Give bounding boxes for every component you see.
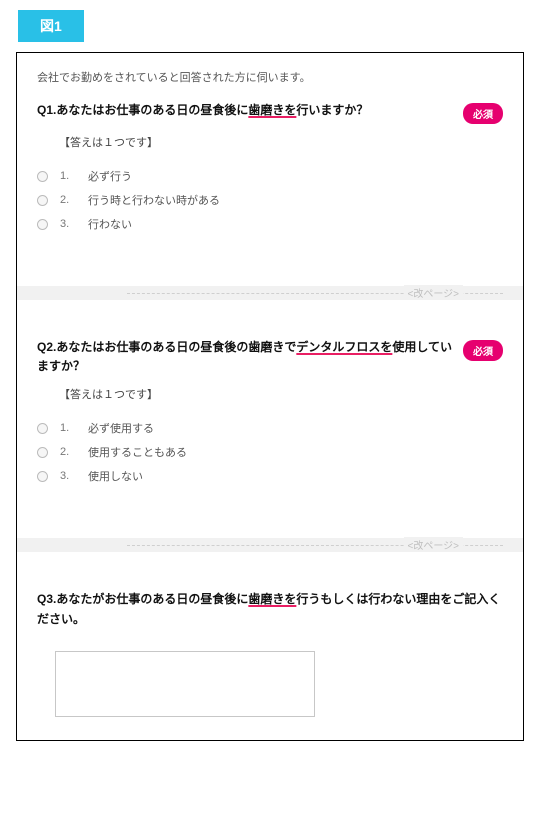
radio-icon (37, 219, 48, 230)
intro-text: 会社でお勤めをされていると回答された方に伺います。 (37, 69, 503, 85)
question-2-row: Q2.あなたはお仕事のある日の昼食後の歯磨きでデンタルフロスを使用していますか？… (37, 338, 503, 376)
survey-form: 会社でお勤めをされていると回答された方に伺います。 Q1.あなたはお仕事のある日… (16, 52, 524, 741)
option-number: 3. (60, 218, 76, 230)
required-badge: 必須 (463, 103, 503, 124)
page-break-label: <改ページ> (404, 285, 463, 300)
question-1-text: Q1.あなたはお仕事のある日の昼食後に歯磨きを行いますか？ (37, 101, 455, 120)
q2-options: 1. 必ず使用する 2. 使用することもある 3. 使用しない (37, 416, 503, 488)
q1-option-3[interactable]: 3. 行わない (37, 212, 503, 236)
q2-answer-note: 【答えは１つです】 (59, 386, 503, 402)
q1-options: 1. 必ず行う 2. 行う時と行わない時がある 3. 行わない (37, 164, 503, 236)
q1-prefix: Q1.あなたはお仕事のある日の昼食後に (37, 103, 248, 117)
q1-keyword: 歯磨きを (248, 103, 296, 117)
option-label: 必ず行う (88, 168, 132, 184)
q1-answer-note: 【答えは１つです】 (59, 134, 503, 150)
option-label: 使用することもある (88, 444, 187, 460)
radio-icon (37, 447, 48, 458)
question-3: Q3.あなたがお仕事のある日の昼食後に歯磨きを行うもしくは行わない理由をご記入く… (37, 586, 503, 719)
figure-label: 図1 (18, 10, 84, 42)
question-3-row: Q3.あなたがお仕事のある日の昼食後に歯磨きを行うもしくは行わない理由をご記入く… (37, 590, 503, 628)
q1-suffix: 行いますか？ (296, 103, 368, 117)
question-3-text: Q3.あなたがお仕事のある日の昼食後に歯磨きを行うもしくは行わない理由をご記入く… (37, 590, 503, 628)
page-break: <改ページ> (17, 286, 523, 310)
q2-option-2[interactable]: 2. 使用することもある (37, 440, 503, 464)
option-label: 使用しない (88, 468, 143, 484)
q2-option-3[interactable]: 3. 使用しない (37, 464, 503, 488)
q3-free-text-input[interactable] (55, 651, 315, 717)
radio-icon (37, 423, 48, 434)
option-number: 1. (60, 170, 76, 182)
option-label: 行う時と行わない時がある (88, 192, 220, 208)
question-1-row: Q1.あなたはお仕事のある日の昼食後に歯磨きを行いますか？ 必須 (37, 101, 503, 124)
q2-prefix: Q2.あなたはお仕事のある日の昼食後の歯磨きで (37, 340, 296, 354)
q2-option-1[interactable]: 1. 必ず使用する (37, 416, 503, 440)
option-number: 1. (60, 422, 76, 434)
question-1: Q1.あなたはお仕事のある日の昼食後に歯磨きを行いますか？ 必須 【答えは１つで… (37, 97, 503, 236)
q3-prefix: Q3.あなたがお仕事のある日の昼食後に (37, 592, 248, 606)
q2-keyword: デンタルフロスを (296, 340, 392, 354)
radio-icon (37, 471, 48, 482)
question-2: Q2.あなたはお仕事のある日の昼食後の歯磨きでデンタルフロスを使用していますか？… (37, 334, 503, 488)
q3-textarea-wrap (55, 651, 503, 720)
radio-icon (37, 171, 48, 182)
option-number: 3. (60, 470, 76, 482)
option-number: 2. (60, 194, 76, 206)
question-2-text: Q2.あなたはお仕事のある日の昼食後の歯磨きでデンタルフロスを使用していますか？ (37, 338, 455, 376)
q3-keyword: 歯磨きを (248, 592, 296, 606)
radio-icon (37, 195, 48, 206)
option-label: 行わない (88, 216, 132, 232)
option-number: 2. (60, 446, 76, 458)
page-break-label: <改ページ> (404, 537, 463, 552)
option-label: 必ず使用する (88, 420, 154, 436)
required-badge: 必須 (463, 340, 503, 361)
q1-option-1[interactable]: 1. 必ず行う (37, 164, 503, 188)
page-break: <改ページ> (17, 538, 523, 562)
q1-option-2[interactable]: 2. 行う時と行わない時がある (37, 188, 503, 212)
